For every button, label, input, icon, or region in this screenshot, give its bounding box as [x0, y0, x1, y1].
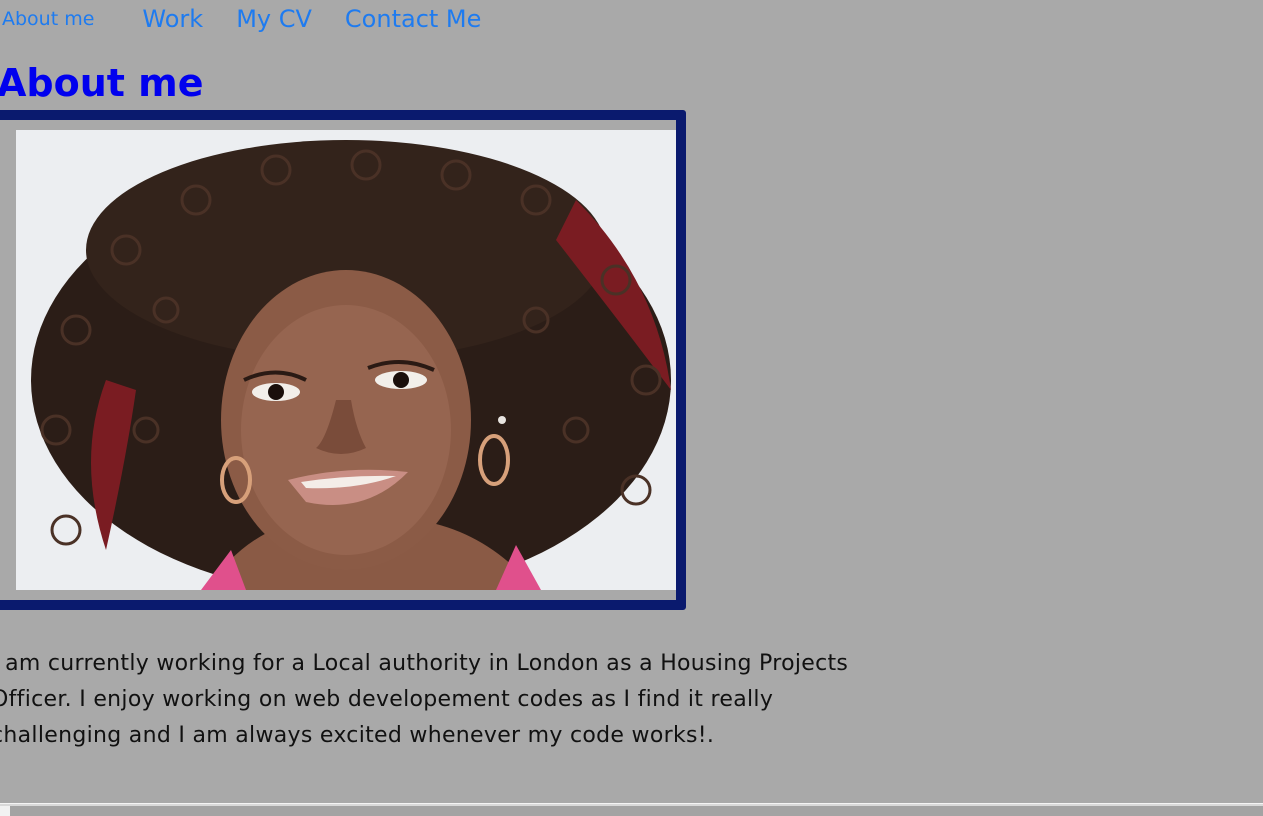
profile-photo-illustration — [16, 130, 676, 590]
scroll-left-button[interactable] — [0, 806, 10, 816]
bio-text: I am currently working for a Local autho… — [0, 651, 849, 748]
top-nav: About me Work My CV Contact Me — [2, 2, 514, 36]
scrollbar-thumb[interactable] — [10, 806, 1263, 816]
nav-link-contact-me[interactable]: Contact Me — [345, 5, 481, 33]
page: About me Work My CV Contact Me About me — [0, 0, 1263, 816]
page-title: About me — [0, 61, 204, 105]
profile-photo — [16, 130, 676, 590]
horizontal-scrollbar[interactable] — [0, 803, 1263, 816]
profile-photo-frame — [0, 110, 686, 610]
nav-link-work[interactable]: Work — [142, 5, 203, 33]
nav-link-about-me[interactable]: About me — [2, 8, 94, 30]
nav-link-my-cv[interactable]: My CV — [236, 5, 312, 33]
